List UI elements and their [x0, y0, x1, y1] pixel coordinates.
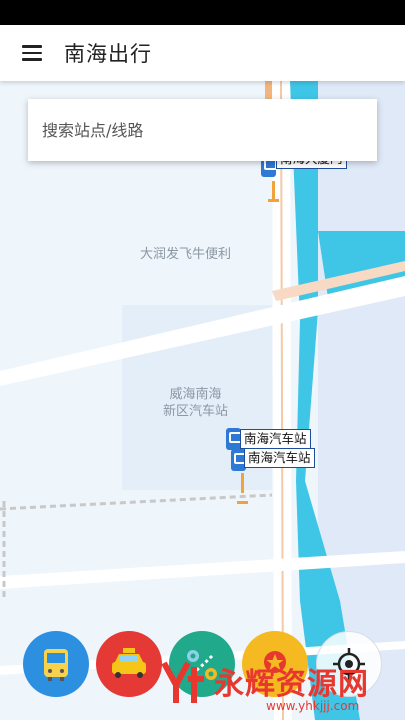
- pin-foot: [268, 199, 279, 202]
- taxi-button[interactable]: [96, 631, 162, 697]
- search-bar[interactable]: [28, 99, 377, 161]
- bus-button[interactable]: [23, 631, 89, 697]
- taxi-icon: [112, 648, 146, 678]
- bus-stop-pin[interactable]: [226, 428, 242, 450]
- bus-stop-label[interactable]: 南海汽车站: [240, 429, 311, 449]
- poi-label: 大润发飞牛便利: [140, 247, 232, 262]
- pin-stem: [272, 181, 275, 201]
- pin-stem: [241, 473, 244, 493]
- search-input[interactable]: [42, 120, 377, 140]
- bus-stop-label[interactable]: 南海汽车站: [244, 448, 315, 468]
- district-label: 威海南海 新区汽车站: [163, 387, 229, 419]
- pin-foot: [237, 501, 248, 504]
- watermark-logo-icon: [161, 661, 204, 703]
- watermark-text: 永辉资源网: [214, 667, 369, 702]
- menu-button[interactable]: [0, 25, 64, 81]
- watermark-url: www.yhkjjj.com: [266, 699, 360, 713]
- menu-icon: [22, 45, 42, 48]
- watermark: 永辉资源网 www.yhkjjj.com: [158, 657, 403, 717]
- bus-icon: [44, 649, 68, 681]
- map-view[interactable]: 大润发飞牛便利 威海南海 新区汽车站 南海大厦门 南海汽车站 南海汽车站: [0, 81, 405, 720]
- app-bar: 南海出行: [0, 25, 405, 81]
- app-title: 南海出行: [64, 42, 152, 66]
- status-bar: [0, 0, 405, 25]
